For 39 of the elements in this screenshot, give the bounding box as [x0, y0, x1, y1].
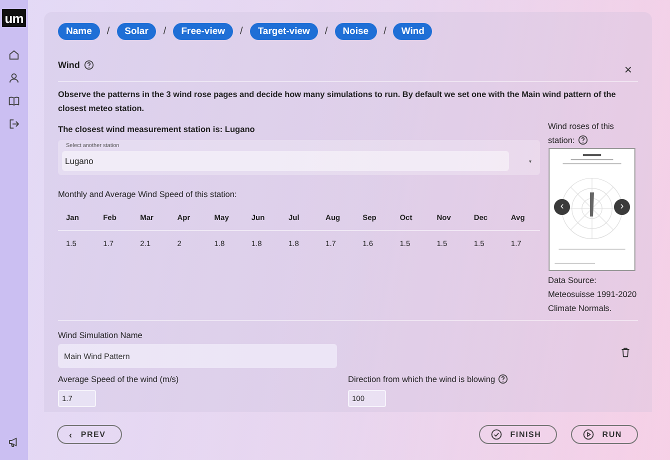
- breadcrumb-separator: /: [106, 26, 110, 37]
- logout-icon[interactable]: [8, 118, 20, 130]
- breadcrumb-separator: /: [240, 26, 243, 37]
- breadcrumb-step[interactable]: Free-view: [173, 23, 234, 40]
- chevron-icon: ‹: [69, 430, 73, 440]
- data-source-text: Data Source: Meteosuisse 1991-2020 Climate Normals.: [548, 274, 638, 315]
- book-icon[interactable]: [8, 95, 20, 107]
- select-value: Lugano: [62, 151, 509, 171]
- home-icon[interactable]: [8, 49, 20, 61]
- check-circle-icon: [491, 429, 502, 440]
- help-icon[interactable]: [498, 374, 508, 384]
- delete-icon[interactable]: [621, 346, 630, 358]
- breadcrumb-step[interactable]: Noise: [334, 23, 377, 40]
- simulation-name-field[interactable]: Main Wind Pattern: [58, 344, 337, 368]
- description-text: Observe the patterns in the 3 wind rose pages and decide how many simulations to run. By default we set one with the Main wind pattern of the closest meteo station.: [58, 89, 617, 115]
- breadcrumb-step[interactable]: Wind: [393, 23, 432, 40]
- field-label: Average Speed of the wind (m/s): [58, 374, 180, 384]
- breadcrumb-separator: /: [163, 26, 166, 37]
- close-button[interactable]: ×: [618, 62, 638, 76]
- field-label: Wind Simulation Name: [58, 330, 144, 340]
- monthly-title: Monthly and Average Wind Speed of this station:: [58, 189, 238, 199]
- prev-button[interactable]: ‹ PREV: [57, 425, 122, 444]
- breadcrumb-separator: /: [384, 26, 386, 37]
- help-icon[interactable]: [84, 60, 94, 70]
- wind-roses-title: station:: [548, 134, 575, 147]
- closest-station-text: The closest wind measurement station is: Lugano: [58, 124, 256, 134]
- breadcrumb-step[interactable]: Target-view: [250, 23, 318, 40]
- user-icon[interactable]: [8, 72, 20, 84]
- wind-roses-title: Wind roses of this: [548, 120, 614, 133]
- field-label: Direction from which the wind is blowing: [348, 374, 496, 384]
- logo[interactable]: um: [2, 9, 26, 27]
- breadcrumb-step[interactable]: Solar: [116, 23, 156, 40]
- play-circle-icon: [583, 429, 594, 440]
- finish-button[interactable]: FINISH: [479, 425, 558, 444]
- help-icon[interactable]: [578, 135, 588, 145]
- breadcrumb-step[interactable]: Name: [58, 23, 100, 40]
- run-button[interactable]: RUN: [571, 425, 638, 444]
- breadcrumb-separator: /: [324, 26, 328, 37]
- section-title: Wind: [58, 60, 80, 70]
